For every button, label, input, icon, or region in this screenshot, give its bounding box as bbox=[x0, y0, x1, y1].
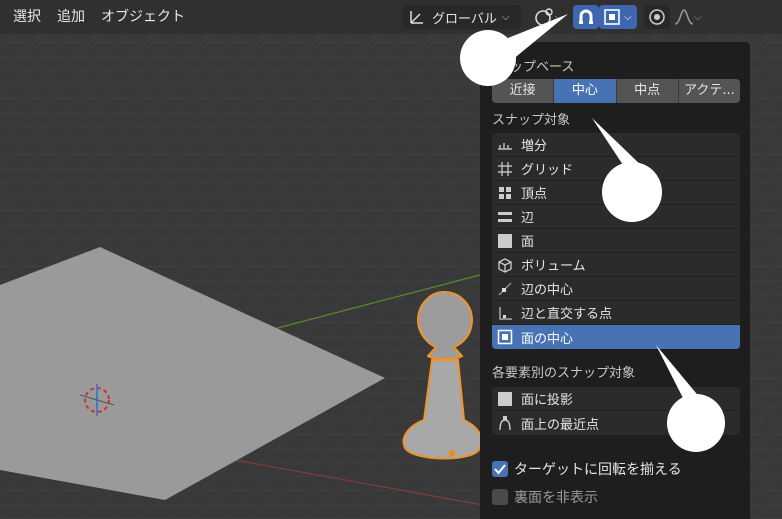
grid-icon bbox=[496, 160, 514, 178]
align-rotation-label: ターゲットに回転を揃える bbox=[514, 462, 682, 478]
snap-target-edge-perpendicular[interactable]: 辺と直交する点 bbox=[492, 301, 740, 325]
snap-face-center-icon bbox=[603, 8, 621, 26]
chevron-down-icon: ⌵ bbox=[555, 11, 563, 23]
face-project-icon bbox=[496, 390, 514, 408]
edge-center-icon bbox=[496, 280, 514, 298]
proportional-edit-icon bbox=[648, 8, 666, 26]
backface-culling-option[interactable]: 裏面を非表示 bbox=[492, 487, 598, 507]
snap-target-increment[interactable]: 増分 bbox=[492, 133, 740, 157]
snap-toggle[interactable] bbox=[573, 5, 599, 29]
snap-target-label: ボリューム bbox=[521, 259, 586, 274]
face-nearest-icon bbox=[496, 414, 514, 432]
snap-target-volume[interactable]: ボリューム bbox=[492, 253, 740, 277]
face-center-icon bbox=[496, 328, 514, 346]
menu-object[interactable]: オブジェクト bbox=[93, 0, 193, 34]
snap-target-label: 頂点 bbox=[521, 187, 548, 202]
snap-target-label: 面の中心 bbox=[521, 331, 574, 347]
magnet-icon bbox=[577, 8, 595, 26]
snap-target-vertex[interactable]: 頂点 bbox=[492, 181, 740, 205]
proportional-edit-toggle[interactable] bbox=[644, 5, 670, 29]
chevron-down-icon: ⌵ bbox=[624, 11, 632, 23]
snap-target-label: 面 bbox=[521, 235, 535, 250]
edge-perpendicular-icon bbox=[496, 304, 514, 322]
snap-base-heading: ップベース bbox=[510, 60, 575, 75]
snap-face-nearest-label: 面上の最近点 bbox=[521, 417, 600, 433]
snap-target-label: 辺の中心 bbox=[521, 283, 574, 298]
snap-face-project-label: 面に投影 bbox=[521, 393, 574, 408]
snap-target-dropdown[interactable]: ⌵ bbox=[599, 5, 637, 29]
per-element-list: 面に投影 面上の最近点 bbox=[492, 387, 740, 435]
align-rotation-checkbox[interactable] bbox=[492, 461, 508, 477]
snap-target-heading: スナップ対象 bbox=[492, 113, 571, 128]
snap-target-label: グリッド bbox=[521, 163, 574, 178]
menu-add[interactable]: 追加 bbox=[49, 0, 93, 34]
snap-base-active[interactable]: アクテ... bbox=[679, 79, 740, 103]
snapping-popover: ップベース 近接 中心 中点 アクテ... スナップ対象 増分 グリッド 頂点 … bbox=[480, 42, 750, 519]
edge-icon bbox=[496, 208, 514, 226]
orientation-dropdown[interactable]: グローバル ⌵ bbox=[403, 5, 521, 29]
viewport-header: 選択 追加 オブジェクト グローバル ⌵ ⌵ ⌵ ⌵ bbox=[0, 0, 782, 34]
falloff-dropdown[interactable]: ⌵ bbox=[670, 5, 708, 29]
pivot-icon bbox=[533, 7, 555, 27]
chevron-down-icon: ⌵ bbox=[501, 11, 510, 23]
transform-orientation-icon bbox=[408, 8, 426, 26]
snap-base-center[interactable]: 中心 bbox=[554, 79, 617, 103]
snap-face-project[interactable]: 面に投影 bbox=[492, 387, 740, 411]
snap-target-list: 増分 グリッド 頂点 辺 面 ボリューム 辺の中心 辺と直交する点 面の中心 bbox=[492, 133, 740, 349]
backface-culling-checkbox[interactable] bbox=[492, 489, 508, 505]
snap-target-face[interactable]: 面 bbox=[492, 229, 740, 253]
per-element-heading: 各要素別のスナップ対象 bbox=[492, 366, 636, 381]
snap-target-grid[interactable]: グリッド bbox=[492, 157, 740, 181]
falloff-curve-icon bbox=[674, 8, 694, 26]
snap-face-nearest[interactable]: 面上の最近点 bbox=[492, 411, 740, 435]
face-icon bbox=[496, 232, 514, 250]
checkmark-icon bbox=[494, 464, 506, 475]
chevron-down-icon: ⌵ bbox=[694, 11, 702, 23]
volume-icon bbox=[496, 256, 514, 274]
snap-target-label: 辺 bbox=[521, 211, 535, 226]
increment-icon bbox=[496, 136, 514, 154]
vertex-icon bbox=[496, 184, 514, 202]
backface-culling-label: 裏面を非表示 bbox=[514, 490, 598, 506]
snap-target-edge-center[interactable]: 辺の中心 bbox=[492, 277, 740, 301]
pivot-dropdown[interactable]: ⌵ bbox=[529, 5, 567, 29]
snap-base-closest[interactable]: 近接 bbox=[492, 79, 555, 103]
snap-target-edge[interactable]: 辺 bbox=[492, 205, 740, 229]
snap-target-label: 増分 bbox=[521, 139, 548, 154]
align-rotation-option[interactable]: ターゲットに回転を揃える bbox=[492, 459, 682, 479]
snap-target-label: 辺と直交する点 bbox=[521, 307, 613, 322]
snap-target-face-center[interactable]: 面の中心 bbox=[492, 325, 740, 349]
orientation-label: グローバル bbox=[432, 11, 497, 27]
snap-base-median[interactable]: 中点 bbox=[617, 79, 679, 103]
menu-select[interactable]: 選択 bbox=[0, 0, 49, 34]
snap-base-selector: 近接 中心 中点 アクテ... bbox=[492, 79, 740, 103]
